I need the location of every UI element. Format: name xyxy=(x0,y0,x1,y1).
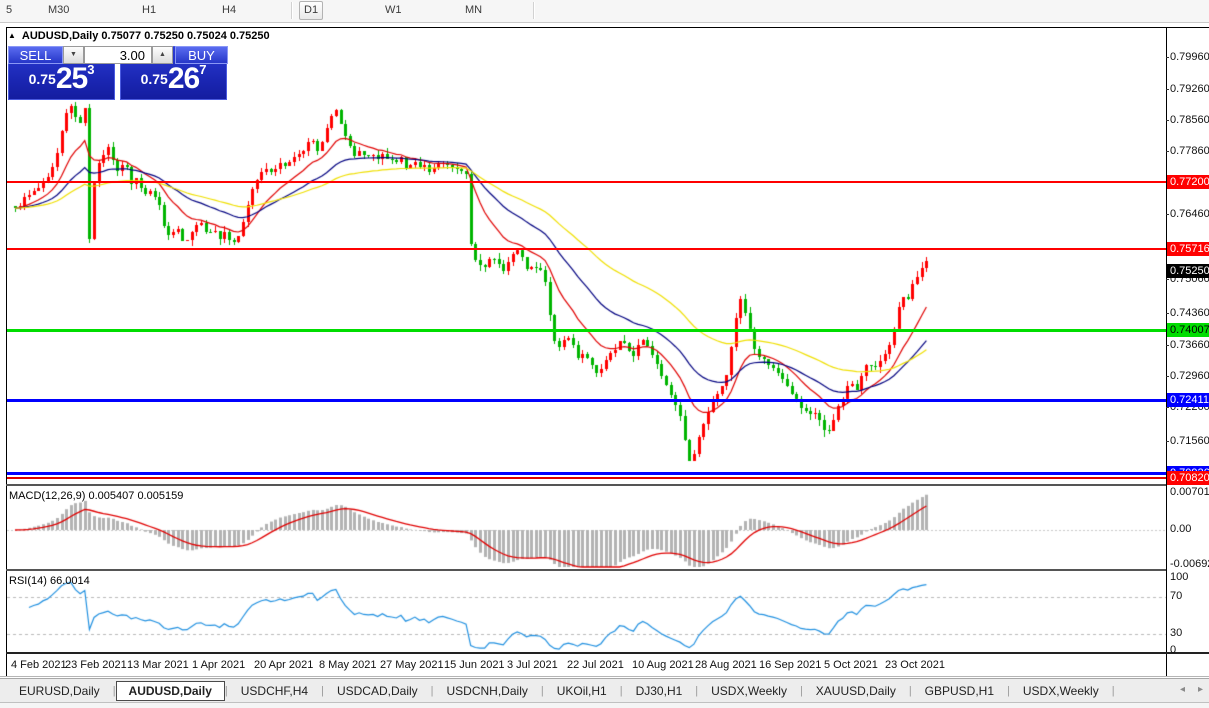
date-label: 16 Sep 2021 xyxy=(759,659,822,671)
hline-0.70820[interactable] xyxy=(7,477,1166,479)
price-axis: 0.79960 0.79260 0.78560 0.77860 0.76460 0.750… xyxy=(1166,24,1209,678)
tab-divider: | xyxy=(1111,685,1115,697)
toolbar-separator xyxy=(291,2,293,19)
volume-input[interactable] xyxy=(84,46,152,64)
macd-label: MACD(12,26,9) xyxy=(9,490,86,502)
date-axis: 4 Feb 2021 23 Feb 2021 13 Mar 2021 1 Apr 20… xyxy=(0,656,1209,676)
chart-tab-usdx-weekly[interactable]: USDX,Weekly xyxy=(698,682,800,700)
buy-button[interactable]: BUY xyxy=(175,46,228,64)
price-axis-label: 0.71560 xyxy=(1166,435,1209,447)
hline-0.70926[interactable] xyxy=(7,472,1166,475)
price-axis-label: 0.77860 xyxy=(1166,145,1209,157)
toolbar-separator xyxy=(533,2,535,19)
date-label: 4 Feb 2021 xyxy=(11,659,67,671)
timeframe-button-H4[interactable]: H4 xyxy=(218,2,240,19)
price-badge-0.74007: 0.74007 xyxy=(1167,323,1209,337)
indicator-axis-label: 70 xyxy=(1170,590,1183,602)
price-axis-label: 0.79960 xyxy=(1166,51,1209,63)
rsi-indicator-canvas[interactable] xyxy=(7,572,1166,652)
ohlc-high: 0.75250 xyxy=(144,30,184,42)
sell-price: 0.75253 xyxy=(28,62,95,95)
date-label: 22 Jul 2021 xyxy=(567,659,624,671)
buy-price: 0.75267 xyxy=(140,62,207,95)
indicator-axis-label: 0.00 xyxy=(1170,523,1192,535)
price-axis-label: 0.78560 xyxy=(1166,114,1209,126)
indicator-axis-label: 30 xyxy=(1170,627,1183,639)
chart-tab-usdcnh-daily[interactable]: USDCNH,Daily xyxy=(434,682,541,700)
collapse-panel-icon[interactable]: ▲ xyxy=(8,31,16,40)
timeframe-button-5[interactable]: 5 xyxy=(2,2,16,19)
current-price-badge: 0.75250 xyxy=(1167,264,1209,278)
ohlc-close: 0.75250 xyxy=(229,30,270,42)
price-axis-label: 0.73660 xyxy=(1166,339,1209,351)
price-badge-0.77200: 0.77200 xyxy=(1167,175,1209,189)
date-label: 23 Feb 2021 xyxy=(65,659,127,671)
hline-0.77200[interactable] xyxy=(7,181,1166,183)
date-axis-divider xyxy=(6,652,1209,654)
rsi-value: 66.0014 xyxy=(49,575,90,587)
timeframe-toolbar: 5 M30 H1 H4 D1 W1 MN xyxy=(0,0,1209,23)
date-label: 23 Oct 2021 xyxy=(885,659,945,671)
hline-0.72411[interactable] xyxy=(7,399,1166,402)
indicator-axis-label: 100 xyxy=(1170,571,1189,583)
sell-button[interactable]: SELL xyxy=(8,46,63,64)
macd-main-value: 0.005407 xyxy=(88,490,135,502)
timeframe-button-H1[interactable]: H1 xyxy=(138,2,160,19)
rsi-label: RSI(14) xyxy=(9,575,47,587)
macd-panel-divider xyxy=(6,484,1166,486)
price-axis-label: 0.72960 xyxy=(1166,370,1209,382)
price-axis-label: 0.79260 xyxy=(1166,83,1209,95)
indicator-axis-label: 0 xyxy=(1170,644,1177,656)
date-label: 1 Apr 2021 xyxy=(192,659,246,671)
status-strip xyxy=(0,702,1209,708)
chart-tab-ukoil-h1[interactable]: UKOil,H1 xyxy=(544,682,620,700)
chart-tab-gbpusd-h1[interactable]: GBPUSD,H1 xyxy=(912,682,1007,700)
one-click-trade-panel: 0.75253 0.75267 SELL ▼ ▲ BUY xyxy=(8,44,228,100)
date-label: 5 Oct 2021 xyxy=(824,659,878,671)
ohlc-low: 0.75024 xyxy=(187,30,227,42)
symbol-title: AUDUSD,Daily xyxy=(21,30,99,42)
chart-tab-audusd-daily[interactable]: AUDUSD,Daily xyxy=(115,681,225,701)
hline-0.75716[interactable] xyxy=(7,248,1166,250)
date-label: 15 Jun 2021 xyxy=(444,659,505,671)
price-axis-label: 0.76460 xyxy=(1166,208,1209,220)
chart-title: ▲ AUDUSD,Daily 0.75077 0.75250 0.75024 0.… xyxy=(8,30,270,42)
tab-scroll-left-icon[interactable]: ◂ xyxy=(1180,684,1185,695)
indicator-axis-label: -0.006923 xyxy=(1170,558,1209,570)
timeframe-button-D1[interactable]: D1 xyxy=(299,1,324,20)
ohlc-open: 0.75077 xyxy=(101,30,142,42)
volume-increase-button[interactable]: ▲ xyxy=(152,46,173,64)
price-badge-0.72411: 0.72411 xyxy=(1167,393,1209,407)
timeframe-button-M30[interactable]: M30 xyxy=(44,2,73,19)
chart-tab-bar: EURUSD,Daily | AUDUSD,Daily | USDCHF,H4 | USDC… xyxy=(0,678,1209,702)
tab-scroll-right-icon[interactable]: ▸ xyxy=(1198,684,1203,695)
chart-tab-usdx-weekly[interactable]: USDX,Weekly xyxy=(1010,682,1112,700)
indicator-axis-label: 0.007015 xyxy=(1170,486,1209,498)
macd-signal-value: 0.005159 xyxy=(137,490,184,502)
volume-decrease-button[interactable]: ▼ xyxy=(63,46,84,64)
rsi-caption: RSI(14) 66.0014 xyxy=(9,575,90,587)
chart-window: ▲ AUDUSD,Daily 0.75077 0.75250 0.75024 0.… xyxy=(0,24,1209,678)
chart-tab-dj30-h1[interactable]: DJ30,H1 xyxy=(623,682,696,700)
price-badge-0.70820: 0.70820 xyxy=(1167,471,1209,485)
timeframe-button-MN[interactable]: MN xyxy=(461,2,486,19)
chart-tab-eurusd-daily[interactable]: EURUSD,Daily xyxy=(6,682,113,700)
date-label: 13 Mar 2021 xyxy=(127,659,189,671)
date-label: 20 Apr 2021 xyxy=(254,659,314,671)
price-badge-0.75716: 0.75716 xyxy=(1167,242,1209,256)
date-label: 28 Aug 2021 xyxy=(695,659,757,671)
date-label: 8 May 2021 xyxy=(319,659,377,671)
chart-tab-usdchf-h4[interactable]: USDCHF,H4 xyxy=(228,682,321,700)
date-label: 27 May 2021 xyxy=(380,659,444,671)
date-label: 10 Aug 2021 xyxy=(632,659,694,671)
chart-tab-xauusd-daily[interactable]: XAUUSD,Daily xyxy=(803,682,909,700)
chart-tab-usdcad-daily[interactable]: USDCAD,Daily xyxy=(324,682,431,700)
macd-caption: MACD(12,26,9) 0.005407 0.005159 xyxy=(9,490,183,502)
rsi-panel-divider xyxy=(6,569,1166,571)
date-label: 3 Jul 2021 xyxy=(507,659,558,671)
timeframe-button-W1[interactable]: W1 xyxy=(381,2,406,19)
hline-0.74007[interactable] xyxy=(7,329,1166,332)
price-axis-label: 0.74360 xyxy=(1166,307,1209,319)
chart-bottom-border xyxy=(0,676,1209,677)
